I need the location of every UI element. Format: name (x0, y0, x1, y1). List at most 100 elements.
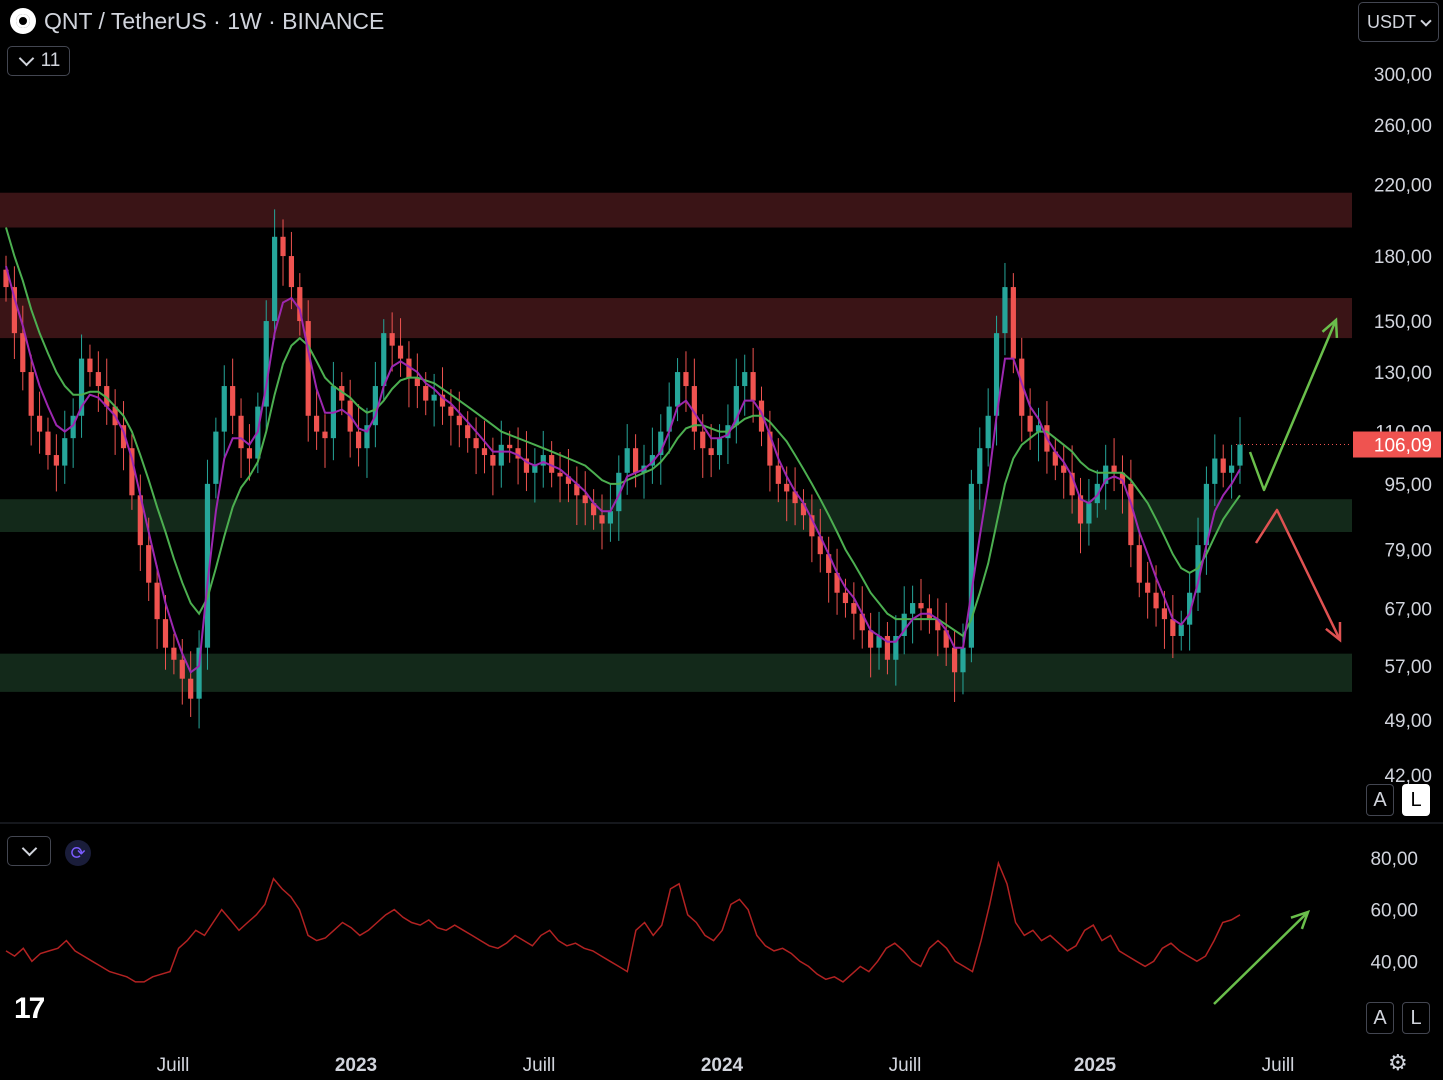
candle-body (389, 333, 395, 346)
candle-body (1178, 624, 1184, 636)
candle-body (288, 256, 295, 288)
candle-body (28, 372, 34, 416)
candle-body (95, 372, 101, 387)
refresh-icon[interactable]: ⟳ (65, 840, 91, 866)
candle-body (448, 406, 454, 416)
time-axis-label: 2025 (1074, 1055, 1117, 1076)
candle-body (1229, 465, 1235, 473)
time-axis-label: Juill (1262, 1055, 1295, 1076)
candle-body (179, 659, 185, 679)
price-axis-label: 49,00 (1384, 711, 1432, 732)
candle-body (716, 438, 723, 456)
price-axis-label: 130,00 (1374, 363, 1432, 384)
settings-gear-icon[interactable]: ⚙ (1388, 1050, 1408, 1076)
time-axis-label: 2024 (701, 1055, 744, 1076)
price-axis-label: 260,00 (1374, 116, 1432, 137)
rsi-axis-label: 60,00 (1370, 901, 1418, 922)
price-axis-label: 150,00 (1374, 312, 1432, 333)
candle-body (708, 448, 714, 456)
rsi-pane-toggle-button[interactable] (7, 836, 51, 866)
candle-body (775, 465, 781, 484)
slow-moving-average-line (5, 227, 1241, 638)
price-axis-label: 220,00 (1374, 176, 1432, 197)
candle-body (238, 415, 244, 449)
currency-select[interactable]: USDT (1358, 2, 1439, 42)
candle-body (154, 582, 160, 620)
candle-body (465, 425, 471, 439)
candle-body (683, 372, 689, 387)
candle-body (1136, 545, 1142, 583)
candle-body (607, 511, 614, 524)
candle-body (213, 431, 219, 484)
rsi-auto-scale-button[interactable]: A (1366, 1002, 1394, 1034)
time-axis-label: 2023 (335, 1055, 377, 1076)
candle-body (977, 448, 983, 484)
candle-body (557, 472, 563, 477)
candle-body (397, 345, 404, 359)
candle-body (1145, 582, 1151, 593)
candle-body (473, 438, 479, 449)
symbol-header[interactable]: QNT / TetherUS · 1W · BINANCE (10, 6, 384, 36)
time-axis-label: Juill (523, 1055, 556, 1076)
candle-body (36, 415, 43, 432)
candle-body (951, 647, 958, 673)
candle-body (842, 592, 849, 604)
candle-body (910, 603, 916, 614)
candle-body (423, 386, 429, 401)
candle-body (700, 431, 706, 449)
candle-body (599, 515, 605, 524)
price-axis-label: 57,00 (1384, 657, 1432, 678)
candle-body (1086, 503, 1092, 524)
price-chart[interactable]: 300,00260,00220,00180,00150,00130,00110,… (0, 0, 1443, 1080)
rsi-axis-label: 80,00 (1370, 849, 1418, 870)
candle-body (1161, 608, 1168, 620)
candle-body (851, 603, 857, 614)
price-axis-label: 79,00 (1384, 541, 1432, 562)
chevron-down-icon (21, 840, 37, 857)
rsi-axis-label: 40,00 (1370, 952, 1418, 973)
support-zone (0, 653, 1352, 692)
quant-logo-icon (10, 8, 36, 34)
candle-body (507, 444, 513, 449)
indicators-toggle-button[interactable]: 11 (7, 46, 70, 76)
rsi-rising-arrow-path (1213, 911, 1309, 1005)
rsi-log-scale-button[interactable]: L (1402, 1002, 1430, 1034)
time-axis-label: Juill (889, 1055, 922, 1076)
candle-body (1111, 465, 1117, 473)
indicator-count: 11 (40, 50, 61, 71)
candle-body (272, 236, 278, 322)
candle-body (246, 448, 253, 459)
candle-body (1153, 592, 1159, 609)
candle-body (674, 372, 681, 407)
candle-body (985, 415, 991, 449)
price-axis-label: 67,00 (1384, 599, 1432, 620)
candle-body (1220, 458, 1226, 473)
resistance-zone (0, 298, 1352, 339)
candle-body (162, 619, 169, 648)
candle-body (1128, 483, 1134, 546)
currency-label: USDT (1367, 11, 1416, 32)
candle-body (87, 358, 93, 373)
resistance-zone (0, 192, 1352, 228)
candle-body (188, 678, 194, 699)
bullish-scenario-arrow (1248, 317, 1339, 492)
price-axis-label: 180,00 (1374, 247, 1432, 268)
candle-body (632, 448, 639, 473)
candle-body (742, 372, 748, 387)
candle-body (481, 448, 488, 456)
candle-body (1237, 444, 1243, 466)
symbol-title: QNT / TetherUS · 1W · BINANCE (44, 7, 385, 34)
log-scale-button[interactable]: L (1402, 784, 1430, 816)
tradingview-logo-icon: 17 (14, 992, 45, 1025)
candle-body (490, 455, 496, 466)
candle-body (1002, 287, 1008, 334)
candle-body (1010, 287, 1016, 359)
candle-body (53, 455, 59, 466)
candle-body (624, 448, 630, 473)
chevron-down-icon (1420, 14, 1432, 27)
candle-body (540, 455, 546, 466)
candle-body (918, 603, 924, 609)
auto-scale-button[interactable]: A (1366, 784, 1394, 816)
candle-body (750, 372, 756, 401)
rsi-line (5, 860, 1241, 983)
